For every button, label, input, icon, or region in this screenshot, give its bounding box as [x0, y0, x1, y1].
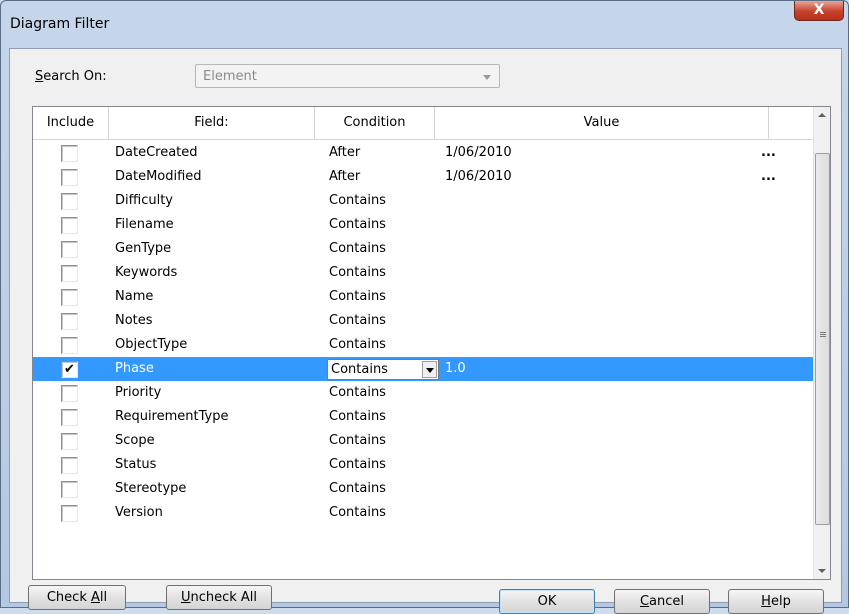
- check-all-button[interactable]: Check All: [28, 585, 126, 610]
- field-name: Phase: [115, 361, 154, 376]
- include-checkbox[interactable]: [61, 337, 78, 354]
- field-name: Name: [115, 289, 154, 304]
- ellipsis-button[interactable]: ...: [761, 141, 776, 165]
- value-field[interactable]: 1.0: [445, 357, 466, 381]
- field-name: GenType: [115, 241, 172, 256]
- condition-value[interactable]: Contains: [329, 285, 386, 309]
- ok-button[interactable]: OK: [499, 589, 595, 614]
- condition-value[interactable]: Contains: [329, 309, 386, 333]
- condition-value[interactable]: After: [329, 165, 360, 189]
- condition-value[interactable]: Contains: [329, 429, 386, 453]
- include-checkbox[interactable]: [61, 169, 78, 186]
- table-row[interactable]: DateCreated After 1/06/2010...: [33, 141, 813, 165]
- grid-header: Include Field: Condition Value: [33, 107, 813, 140]
- vertical-scrollbar[interactable]: [813, 107, 830, 579]
- table-row[interactable]: Version Contains: [33, 501, 813, 525]
- table-row[interactable]: Stereotype Contains: [33, 477, 813, 501]
- scrollbar-thumb[interactable]: [815, 153, 830, 525]
- table-row[interactable]: DateModified After 1/06/2010...: [33, 165, 813, 189]
- field-name: RequirementType: [115, 409, 229, 424]
- include-checkbox[interactable]: [61, 433, 78, 450]
- cancel-button[interactable]: Cancel: [614, 589, 710, 614]
- field-name: Status: [115, 457, 157, 472]
- checkmark-icon: ✔: [64, 362, 75, 377]
- search-on-value: Element: [203, 69, 257, 84]
- grip-icon: [820, 332, 826, 333]
- table-row[interactable]: Difficulty Contains: [33, 189, 813, 213]
- filter-grid: Include Field: Condition Value DateCreat…: [32, 106, 831, 580]
- column-header-field[interactable]: Field:: [109, 107, 315, 139]
- condition-value[interactable]: After: [329, 141, 360, 165]
- field-name: Version: [115, 505, 163, 520]
- include-checkbox[interactable]: [61, 505, 78, 522]
- condition-value[interactable]: Contains: [329, 501, 386, 525]
- table-row[interactable]: GenType Contains: [33, 237, 813, 261]
- field-name: Stereotype: [115, 481, 187, 496]
- include-checkbox[interactable]: [61, 193, 78, 210]
- scroll-up-icon[interactable]: [814, 107, 830, 124]
- value-field[interactable]: 1/06/2010: [445, 141, 512, 165]
- include-checkbox[interactable]: [61, 241, 78, 258]
- column-header-condition[interactable]: Condition: [315, 107, 435, 139]
- condition-value[interactable]: Contains: [329, 333, 386, 357]
- condition-value[interactable]: Contains: [329, 405, 386, 429]
- field-name: Priority: [115, 385, 162, 400]
- field-name: DateModified: [115, 169, 202, 184]
- condition-value: Contains: [331, 362, 388, 377]
- dialog-window: Diagram Filter X Search On: Element Incl…: [0, 0, 849, 614]
- table-row[interactable]: Status Contains: [33, 453, 813, 477]
- include-checkbox[interactable]: [61, 409, 78, 426]
- include-checkbox[interactable]: [61, 217, 78, 234]
- field-name: Keywords: [115, 265, 178, 280]
- column-header-value[interactable]: Value: [435, 107, 769, 139]
- column-header-include[interactable]: Include: [33, 107, 109, 139]
- field-name: Scope: [115, 433, 155, 448]
- table-row[interactable]: Keywords Contains: [33, 261, 813, 285]
- table-row[interactable]: RequirementType Contains: [33, 405, 813, 429]
- search-on-label: Search On:: [35, 69, 107, 84]
- include-checkbox[interactable]: [61, 289, 78, 306]
- include-checkbox[interactable]: [61, 313, 78, 330]
- value-field[interactable]: 1/06/2010: [445, 165, 512, 189]
- scroll-down-icon[interactable]: [814, 562, 830, 579]
- close-button[interactable]: X: [794, 1, 844, 21]
- field-name: DateCreated: [115, 145, 198, 160]
- grid-rows: DateCreated After 1/06/2010... DateModified…: [33, 141, 813, 525]
- condition-value[interactable]: Contains: [329, 261, 386, 285]
- table-row[interactable]: ObjectType Contains: [33, 333, 813, 357]
- chevron-down-icon: [483, 75, 491, 80]
- ellipsis-button[interactable]: ...: [761, 165, 776, 189]
- include-checkbox[interactable]: [61, 457, 78, 474]
- condition-value[interactable]: Contains: [329, 189, 386, 213]
- window-title: Diagram Filter: [10, 16, 110, 32]
- condition-value[interactable]: Contains: [329, 453, 386, 477]
- table-row[interactable]: Name Contains: [33, 285, 813, 309]
- table-row[interactable]: Filename Contains: [33, 213, 813, 237]
- condition-value[interactable]: Contains: [329, 213, 386, 237]
- field-name: ObjectType: [115, 337, 188, 352]
- table-row[interactable]: Priority Contains: [33, 381, 813, 405]
- include-checkbox[interactable]: [61, 145, 78, 162]
- include-checkbox[interactable]: [61, 385, 78, 402]
- chevron-down-icon[interactable]: [422, 361, 437, 378]
- table-row[interactable]: Notes Contains: [33, 309, 813, 333]
- field-name: Difficulty: [115, 193, 173, 208]
- field-name: Filename: [115, 217, 174, 232]
- table-row[interactable]: ✔ Phase Contains 1.0: [33, 357, 813, 381]
- include-checkbox[interactable]: [61, 265, 78, 282]
- table-row[interactable]: Scope Contains: [33, 429, 813, 453]
- search-on-select[interactable]: Element: [195, 64, 500, 88]
- condition-value[interactable]: Contains: [329, 237, 386, 261]
- dialog-client-area: Search On: Element Include Field: Condit…: [9, 48, 842, 614]
- include-checkbox[interactable]: [61, 481, 78, 498]
- condition-value[interactable]: Contains: [329, 477, 386, 501]
- condition-value[interactable]: Contains: [329, 381, 386, 405]
- include-checkbox[interactable]: ✔: [61, 361, 78, 378]
- uncheck-all-button[interactable]: Uncheck All: [166, 585, 272, 610]
- field-name: Notes: [115, 313, 153, 328]
- condition-select[interactable]: Contains: [327, 359, 439, 380]
- help-button[interactable]: Help: [728, 589, 824, 614]
